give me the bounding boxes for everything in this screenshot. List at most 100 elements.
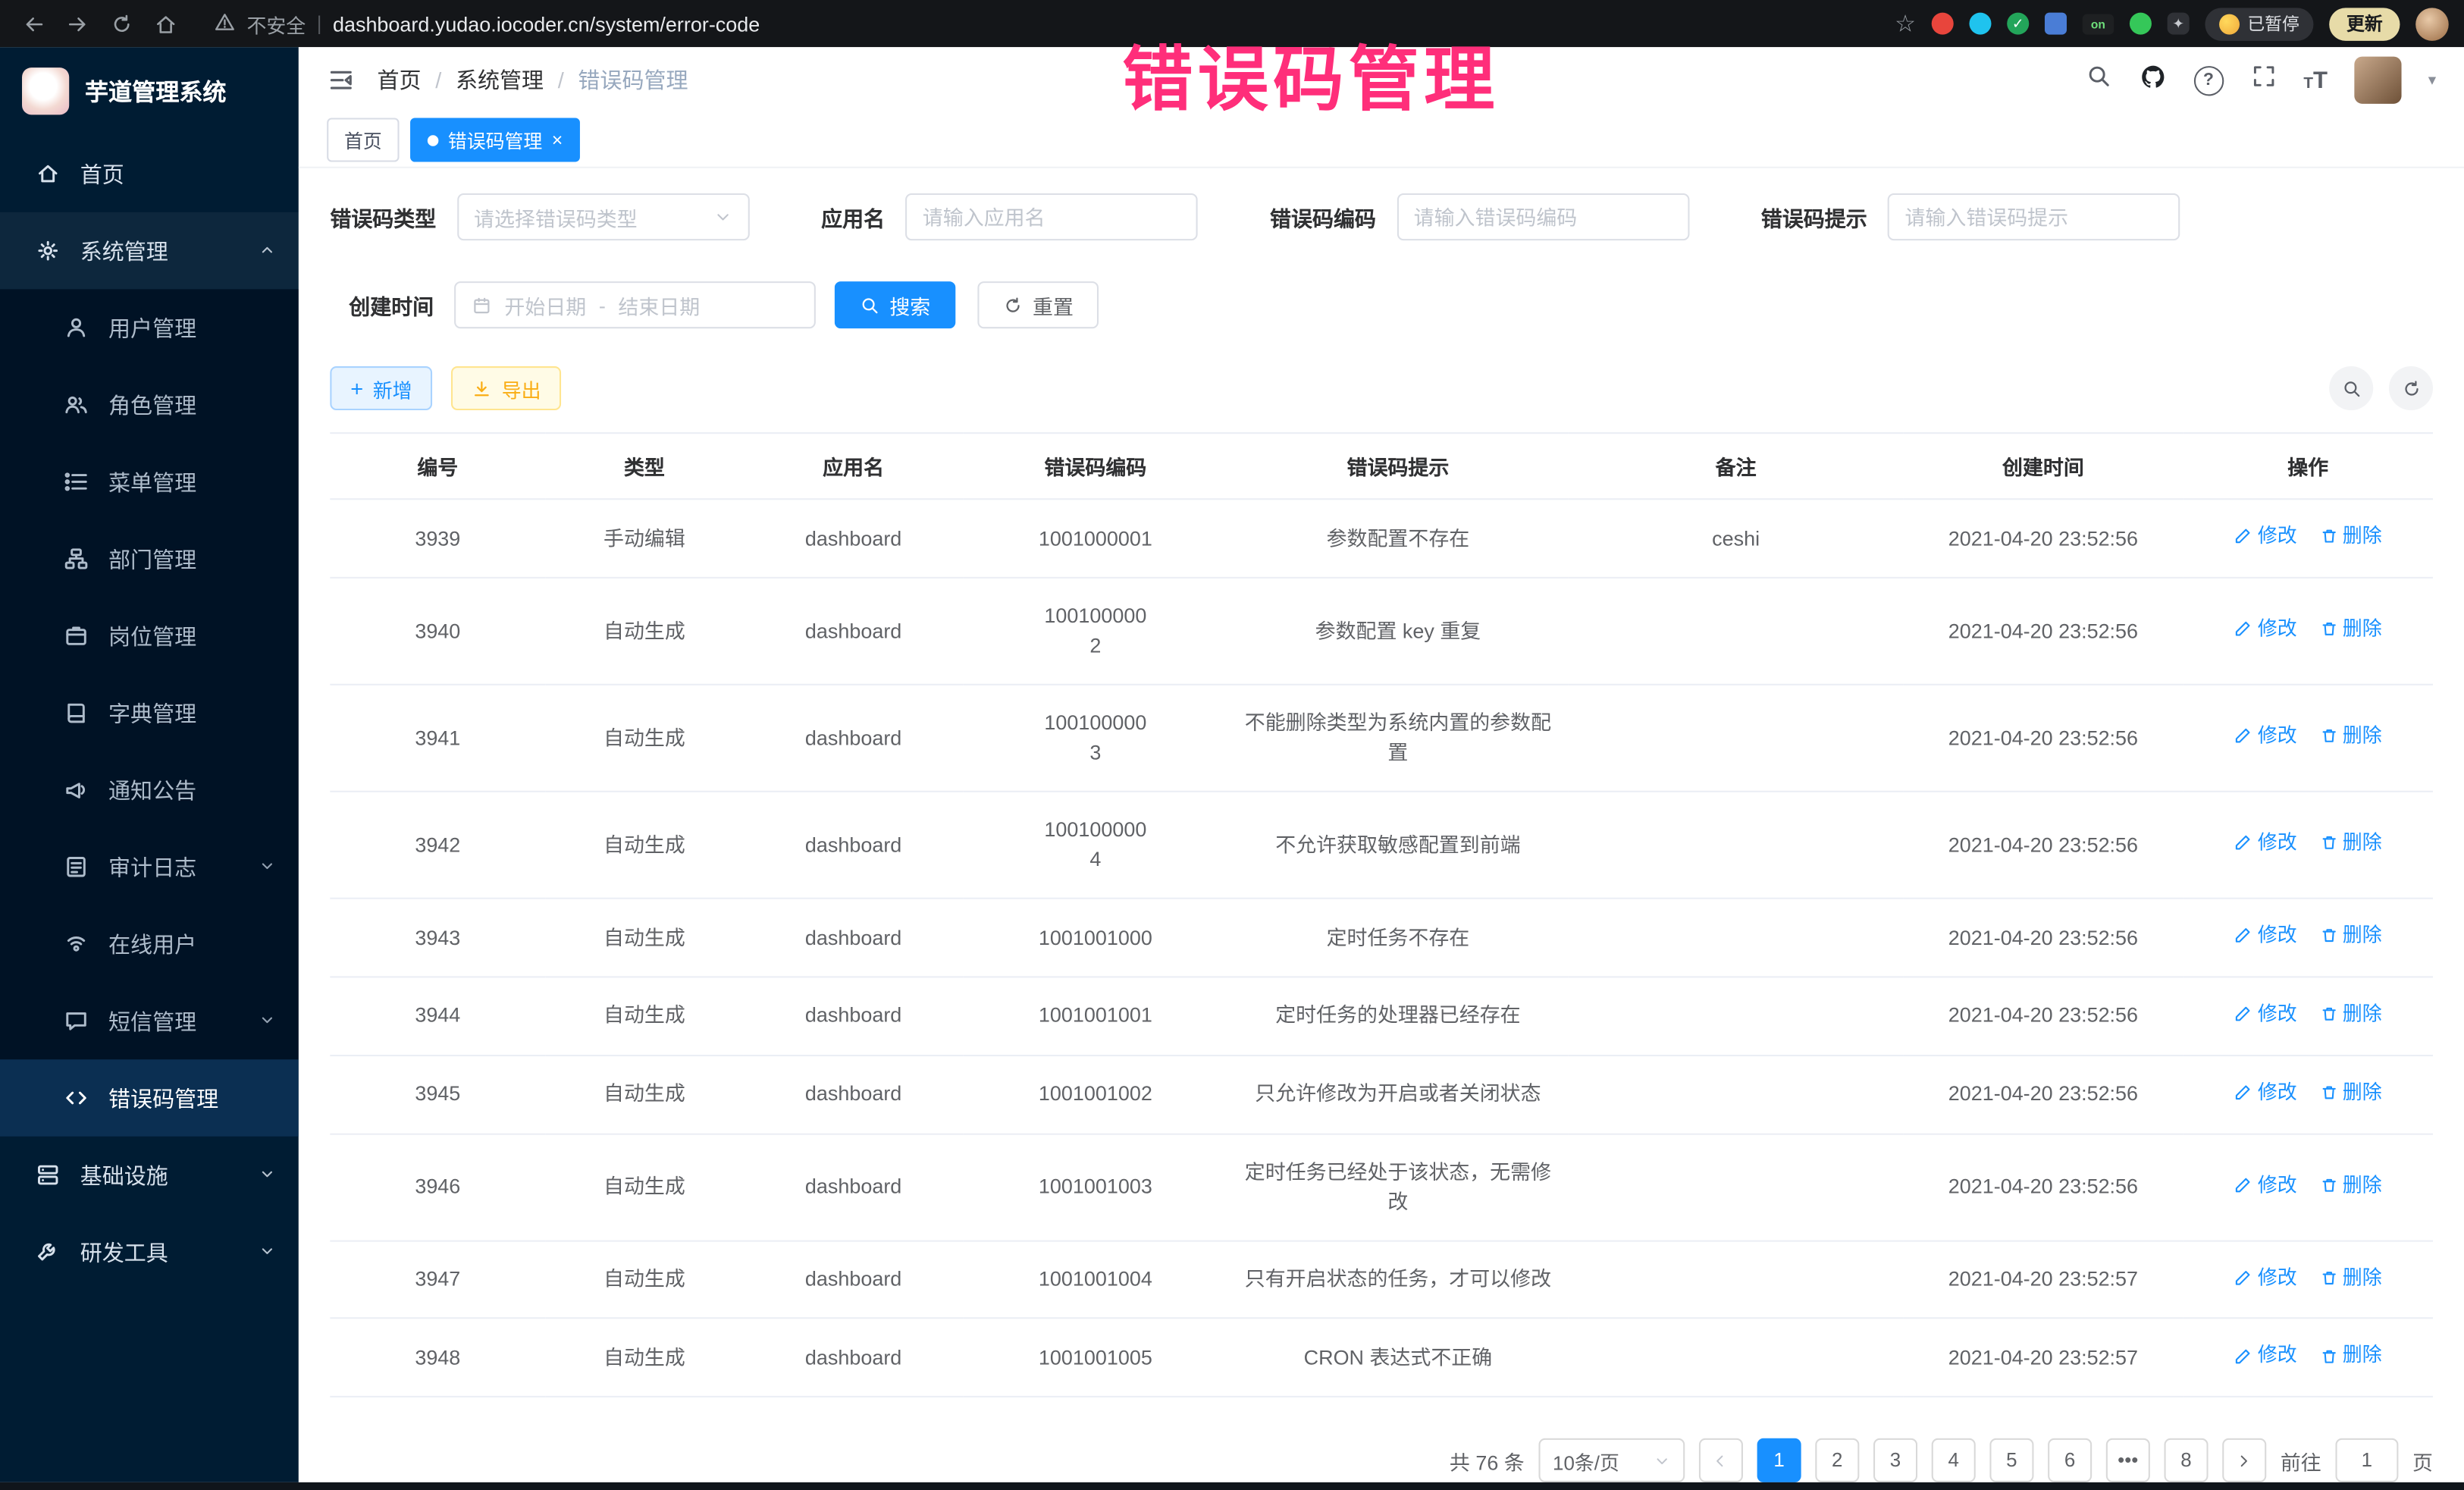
chrome-update-button[interactable]: 更新 [2329, 7, 2400, 40]
sidebar-item-users[interactable]: 用户管理 [0, 289, 299, 366]
sidebar-item-system[interactable]: 系统管理 [0, 212, 299, 290]
delete-link[interactable]: 删除 [2319, 522, 2382, 551]
range-separator: - [599, 293, 606, 317]
cell-remark [1569, 898, 1904, 976]
avatar[interactable] [2354, 57, 2401, 104]
extension-icon[interactable] [1969, 13, 1991, 35]
sidebar-item-sms[interactable]: 短信管理 [0, 983, 299, 1060]
app-name-input[interactable] [905, 193, 1198, 240]
search-button[interactable]: 搜索 [835, 281, 956, 328]
page-size-select[interactable]: 10条/页 [1538, 1438, 1685, 1482]
prev-page-button[interactable] [1699, 1438, 1743, 1482]
edit-link[interactable]: 修改 [2234, 721, 2297, 751]
sidebar-item-online-users[interactable]: 在线用户 [0, 905, 299, 983]
edit-link[interactable]: 修改 [2234, 1263, 2297, 1293]
sidebar-item-infrastructure[interactable]: 基础设施 [0, 1137, 299, 1214]
breadcrumb-system[interactable]: 系统管理 [456, 64, 544, 96]
extension-icon[interactable] [2045, 13, 2067, 35]
extension-icon[interactable]: ✓ [2007, 13, 2029, 35]
search-icon[interactable] [2085, 63, 2111, 98]
page-button-4[interactable]: 4 [1932, 1438, 1976, 1482]
table-row: 3947自动生成dashboard1001001004只有开启状态的任务，才可以… [330, 1241, 2433, 1319]
error-message-input[interactable] [1888, 193, 2180, 240]
delete-link[interactable]: 删除 [2319, 1078, 2382, 1107]
browser-profile-avatar[interactable] [2415, 7, 2449, 40]
logo-image [22, 67, 69, 114]
extensions-puzzle-icon[interactable]: ✦ [2168, 13, 2190, 35]
delete-link[interactable]: 删除 [2319, 1341, 2382, 1371]
delete-link[interactable]: 删除 [2319, 921, 2382, 951]
filter-label: 应用名 [821, 201, 885, 232]
sidebar-item-audit-log[interactable]: 审计日志 [0, 828, 299, 905]
delete-link[interactable]: 删除 [2319, 1263, 2382, 1293]
fullscreen-icon[interactable] [2250, 63, 2277, 98]
extension-icon[interactable] [1932, 13, 1954, 35]
sidebar-toggle[interactable] [327, 66, 355, 94]
toggle-search-button[interactable] [2329, 366, 2373, 410]
page-button-3[interactable]: 3 [1873, 1438, 1917, 1482]
filter-app-name: 应用名 [821, 193, 1197, 240]
goto-page-input[interactable] [2335, 1438, 2398, 1482]
sidebar-item-error-code[interactable]: 错误码管理 [0, 1059, 299, 1137]
page-button-8[interactable]: 8 [2164, 1438, 2208, 1482]
sidebar-item-posts[interactable]: 岗位管理 [0, 598, 299, 675]
extension-icon[interactable] [2130, 13, 2152, 35]
next-page-button[interactable] [2222, 1438, 2266, 1482]
delete-link[interactable]: 删除 [2319, 828, 2382, 858]
reset-button[interactable]: 重置 [977, 281, 1099, 328]
delete-link[interactable]: 删除 [2319, 999, 2382, 1029]
edit-link[interactable]: 修改 [2234, 921, 2297, 951]
bookmark-star-icon[interactable]: ☆ [1895, 12, 1916, 36]
refresh-button[interactable] [2389, 366, 2433, 410]
tab-home[interactable]: 首页 [327, 118, 399, 162]
forward-icon[interactable] [60, 6, 95, 41]
cell-app: dashboard [744, 1055, 964, 1133]
date-range-picker[interactable]: 开始日期 - 结束日期 [454, 281, 816, 328]
delete-link[interactable]: 删除 [2319, 614, 2382, 644]
edit-link[interactable]: 修改 [2234, 828, 2297, 858]
close-tab-icon[interactable]: × [552, 130, 563, 149]
sidebar-item-menus[interactable]: 菜单管理 [0, 444, 299, 521]
logo[interactable]: 芋道管理系统 [0, 47, 299, 135]
sidebar-item-dev-tools[interactable]: 研发工具 [0, 1213, 299, 1291]
sidebar-item-roles[interactable]: 角色管理 [0, 366, 299, 444]
github-icon[interactable] [2139, 62, 2167, 99]
page-button-6[interactable]: 6 [2048, 1438, 2092, 1482]
edit-link[interactable]: 修改 [2234, 614, 2297, 644]
cell-code: 1001001000 [964, 898, 1227, 976]
breadcrumb-home[interactable]: 首页 [378, 64, 422, 96]
caret-down-icon[interactable]: ▾ [2428, 71, 2436, 89]
delete-link[interactable]: 删除 [2319, 721, 2382, 751]
edit-link[interactable]: 修改 [2234, 1170, 2297, 1200]
help-icon[interactable]: ? [2193, 65, 2223, 95]
cell-code: 1001001001 [964, 977, 1227, 1055]
page-button-1[interactable]: 1 [1757, 1438, 1801, 1482]
edit-link[interactable]: 修改 [2234, 1341, 2297, 1371]
cell-id: 3939 [330, 499, 545, 577]
edit-link[interactable]: 修改 [2234, 522, 2297, 551]
error-code-type-select[interactable]: 请选择错误码类型 [456, 193, 749, 240]
font-size-icon[interactable]: TT [2303, 68, 2328, 92]
delete-link[interactable]: 删除 [2319, 1170, 2382, 1200]
home-icon[interactable] [148, 6, 183, 41]
export-button[interactable]: 导出 [451, 366, 561, 410]
back-icon[interactable] [16, 6, 51, 41]
page-ellipsis[interactable]: ••• [2106, 1438, 2150, 1482]
add-button[interactable]: + 新增 [330, 366, 432, 410]
cell-type: 自动生成 [545, 791, 743, 898]
page-button-2[interactable]: 2 [1815, 1438, 1859, 1482]
sidebar-item-dictionary[interactable]: 字典管理 [0, 674, 299, 751]
error-code-input[interactable] [1397, 193, 1689, 240]
extension-on-badge[interactable]: on [2083, 14, 2114, 34]
page-button-5[interactable]: 5 [1989, 1438, 2033, 1482]
edit-link[interactable]: 修改 [2234, 999, 2297, 1029]
cell-remark: ceshi [1569, 499, 1904, 577]
paused-profile-chip[interactable]: 已暂停 [2205, 7, 2313, 40]
filter-label: 错误码编码 [1270, 201, 1376, 232]
edit-link[interactable]: 修改 [2234, 1078, 2297, 1107]
tab-error-code[interactable]: 错误码管理 × [410, 118, 580, 162]
sidebar-item-home[interactable]: 首页 [0, 135, 299, 212]
reload-icon[interactable] [104, 6, 139, 41]
sidebar-item-departments[interactable]: 部门管理 [0, 520, 299, 598]
sidebar-item-notices[interactable]: 通知公告 [0, 751, 299, 829]
